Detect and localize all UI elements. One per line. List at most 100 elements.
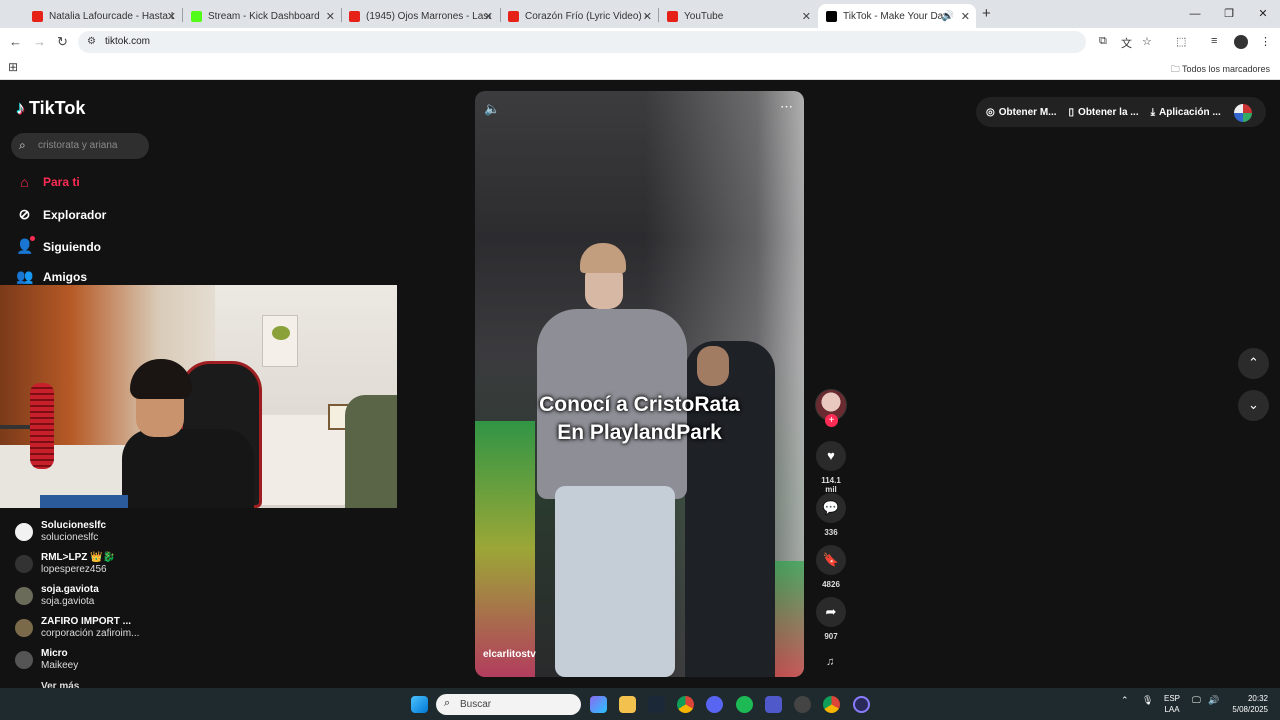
input-language[interactable]: ESP LAA: [1164, 693, 1180, 715]
copilot-icon[interactable]: [590, 696, 607, 713]
video-player[interactable]: 🔈 ⋯ Conocí a CristoRata En PlaylandPark …: [475, 91, 804, 677]
install-app-icon[interactable]: ⧉: [1099, 35, 1107, 48]
speaker-icon[interactable]: 🔊: [1208, 695, 1219, 706]
volume-icon[interactable]: 🔈: [484, 101, 500, 117]
new-tab-button[interactable]: +: [982, 5, 991, 22]
site-info-icon[interactable]: ⚙: [87, 36, 96, 47]
extensions-icon[interactable]: ⬚: [1176, 35, 1186, 48]
reload-icon[interactable]: ↻: [57, 34, 68, 50]
more-options-icon[interactable]: ⋯: [780, 99, 793, 115]
back-icon[interactable]: ←: [9, 34, 22, 49]
share-action[interactable]: ➦ 907: [815, 597, 847, 641]
omnibox[interactable]: ⚙ tiktok.com: [78, 31, 1086, 53]
close-tab-icon[interactable]: ✕: [484, 10, 493, 23]
apps-grid-icon[interactable]: ⊞: [8, 60, 18, 74]
save-action[interactable]: 🔖 4826: [815, 545, 847, 589]
tab-kick-dashboard[interactable]: Stream - Kick Dashboard ✕: [183, 4, 341, 28]
following-account[interactable]: RML>LPZ 👑🐉 lopesperez456: [15, 552, 115, 576]
previous-video-button[interactable]: ⌃: [1238, 348, 1269, 379]
account-name: ZAFIRO IMPORT ...: [41, 616, 131, 627]
spotify-icon[interactable]: [736, 696, 753, 713]
tray-overflow-icon[interactable]: ⌃: [1121, 695, 1129, 706]
tab-title: YouTube: [684, 10, 724, 22]
get-coins-button[interactable]: ◎ Obtener M...: [986, 107, 1057, 118]
account-name: soja.gaviota: [41, 584, 99, 595]
tiktok-logo[interactable]: ♪ TikTok: [16, 98, 85, 119]
video-caption-line1: Conocí a CristoRata: [539, 393, 740, 416]
steam-icon[interactable]: [648, 696, 665, 713]
following-account[interactable]: Solucioneslfc solucioneslfc: [15, 520, 106, 544]
obs-icon[interactable]: [794, 696, 811, 713]
close-tab-icon[interactable]: ✕: [326, 10, 335, 23]
tab-natalia-lafourcade[interactable]: Natalia Lafourcade - Hasta La R ✕: [24, 4, 182, 28]
all-bookmarks-button[interactable]: 🗀 Todos los marcadores: [1171, 62, 1270, 78]
search-icon: ⌕: [19, 138, 26, 152]
profile-avatar-icon[interactable]: [1234, 35, 1248, 49]
chrome-active-icon[interactable]: [823, 696, 840, 713]
windows-start-icon[interactable]: [411, 696, 428, 713]
close-tab-icon[interactable]: ✕: [802, 10, 811, 23]
network-icon[interactable]: 🖵: [1192, 695, 1201, 706]
translate-icon[interactable]: 文: [1121, 35, 1132, 51]
nav-item-siguiendo[interactable]: 👤 Siguiendo: [16, 236, 101, 255]
tiktok-page: ♪ TikTok ⌕ cristorata y ariana ⌂ Para ti…: [0, 80, 1280, 692]
compass-icon: ⊘: [18, 206, 31, 222]
app-icon[interactable]: [853, 696, 870, 713]
following-account[interactable]: soja.gaviota soja.gaviota: [15, 584, 99, 608]
menu-kebab-icon[interactable]: ⋮: [1260, 35, 1271, 48]
discord-icon[interactable]: [706, 696, 723, 713]
video-author-handle[interactable]: elcarlitostv: [483, 649, 536, 660]
account-name: Micro: [41, 648, 68, 659]
chevron-up-icon: ⌃: [1248, 355, 1259, 370]
minimize-icon[interactable]: —: [1178, 0, 1212, 28]
nav-label: Explorador: [43, 207, 107, 222]
like-action[interactable]: ♥ 114.1 mil: [815, 441, 847, 494]
restore-icon[interactable]: ❐: [1212, 0, 1246, 28]
close-tab-icon[interactable]: ✕: [961, 10, 970, 23]
search-placeholder: cristorata y ariana: [38, 140, 118, 151]
youtube-favicon-icon: [32, 10, 43, 22]
comment-icon[interactable]: 💬: [816, 493, 846, 523]
nav-item-explorador[interactable]: ⊘ Explorador: [16, 206, 107, 223]
url-text[interactable]: tiktok.com: [105, 36, 150, 47]
close-window-icon[interactable]: ✕: [1246, 0, 1280, 28]
follow-plus-button[interactable]: +: [825, 414, 838, 427]
logo-text: TikTok: [29, 98, 86, 118]
save-count: 4826: [822, 580, 840, 589]
following-account[interactable]: ZAFIRO IMPORT ... corporación zafiroim..…: [15, 616, 139, 640]
desktop-app-button[interactable]: ⤓ Aplicación ...: [1151, 107, 1221, 118]
next-video-button[interactable]: ⌄: [1238, 390, 1269, 421]
forward-icon[interactable]: →: [33, 34, 46, 49]
account-handle: soja.gaviota: [41, 596, 95, 607]
bookmark-star-icon[interactable]: ☆: [1142, 35, 1152, 48]
tab-ojos-marrones[interactable]: (1945) Ojos Marrones - Lasso (L ✕: [341, 4, 499, 28]
close-tab-icon[interactable]: ✕: [167, 10, 176, 23]
get-app-button[interactable]: ▯ Obtener la ...: [1069, 107, 1139, 118]
audio-playing-icon[interactable]: 🔊: [942, 11, 954, 22]
profile-avatar[interactable]: [1234, 104, 1252, 122]
tab-youtube[interactable]: YouTube ✕: [659, 4, 817, 28]
heart-icon[interactable]: ♥: [816, 441, 846, 471]
chrome-icon[interactable]: [677, 696, 694, 713]
tab-corazon-frio[interactable]: Corazón Frío (Lyric Video) - Jas ✕: [500, 4, 658, 28]
account-handle: Maikeey: [41, 660, 79, 671]
share-icon[interactable]: ➦: [816, 597, 846, 627]
browser-tab-bar: Natalia Lafourcade - Hasta La R ✕ Stream…: [0, 0, 1280, 28]
microphone-icon[interactable]: 🎙: [1142, 695, 1153, 706]
media-control-icon[interactable]: ≡: [1211, 35, 1217, 47]
music-disc-icon[interactable]: ♫: [826, 656, 834, 668]
comment-action[interactable]: 💬 336: [815, 493, 847, 537]
nav-item-para-ti[interactable]: ⌂ Para ti: [16, 174, 79, 190]
kick-favicon-icon: [191, 10, 202, 22]
tab-tiktok[interactable]: TikTok - Make Your Day 🔊 ✕: [818, 4, 976, 28]
youtube-favicon-icon: [508, 10, 519, 22]
taskbar-search-input[interactable]: ⌕ Buscar: [436, 694, 581, 715]
bookmark-icon[interactable]: 🔖: [816, 545, 846, 575]
following-account[interactable]: Micro Maikeey: [15, 648, 78, 672]
close-tab-icon[interactable]: ✕: [643, 10, 652, 23]
search-input[interactable]: ⌕ cristorata y ariana: [11, 133, 149, 159]
file-explorer-icon[interactable]: [619, 696, 636, 713]
teams-icon[interactable]: [765, 696, 782, 713]
system-clock[interactable]: 20:32 5/08/2025: [1232, 693, 1268, 715]
nav-item-amigos[interactable]: 👥 Amigos: [16, 268, 87, 285]
